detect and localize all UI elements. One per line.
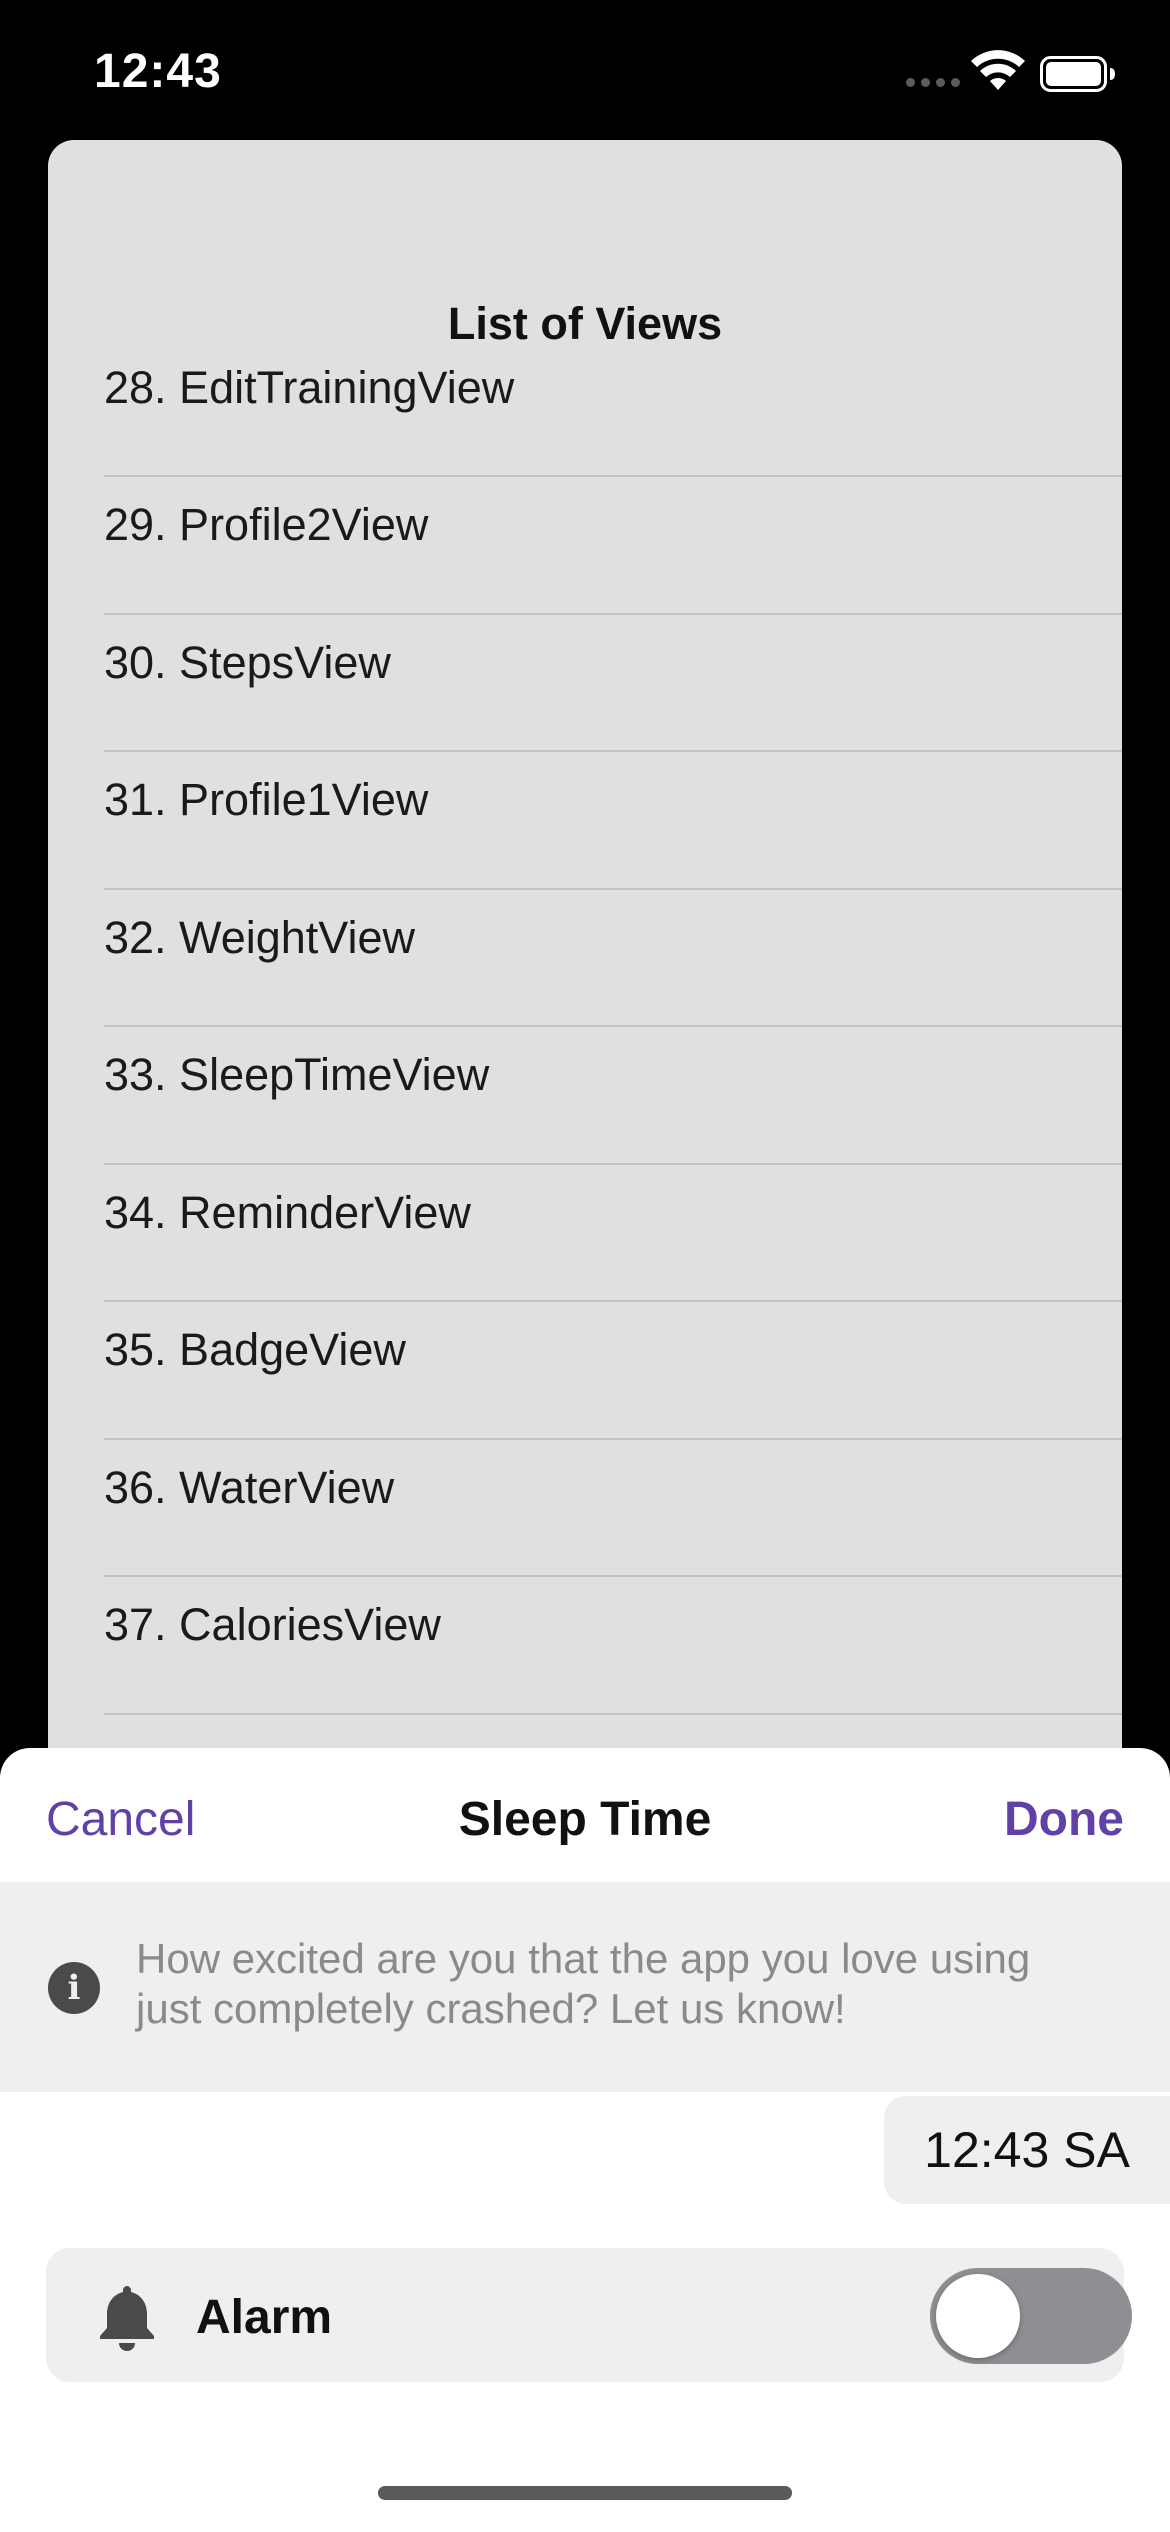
alarm-label: Alarm <box>196 2291 333 2344</box>
list-item[interactable]: 30. StepsView <box>104 615 1122 752</box>
cancel-button[interactable]: Cancel <box>46 1792 195 1847</box>
sleep-time-sheet: Cancel Sleep Time Done i How excited are… <box>0 1748 1170 2532</box>
bell-icon <box>100 2286 154 2351</box>
alarm-row: Alarm <box>46 2248 1132 2382</box>
status-time: 12:43 <box>94 45 222 98</box>
wifi-icon <box>971 50 1025 90</box>
toggle-knob <box>936 2274 1020 2358</box>
alarm-toggle[interactable] <box>930 2268 1132 2364</box>
views-list[interactable]: 28. EditTrainingView 29. Profile2View 30… <box>104 360 1122 1715</box>
list-item[interactable]: 28. EditTrainingView <box>104 360 1122 477</box>
views-sheet: List of Views 28. EditTrainingView 29. P… <box>48 140 1122 1900</box>
signal-dots-icon <box>906 78 960 87</box>
info-text: How excited are you that the app you lov… <box>136 1935 1031 2032</box>
list-item[interactable]: 37. CaloriesView <box>104 1577 1122 1715</box>
battery-icon <box>1040 56 1115 92</box>
list-item[interactable]: 29. Profile2View <box>104 477 1122 615</box>
list-item[interactable]: 31. Profile1View <box>104 752 1122 890</box>
info-circle-icon: i <box>48 1962 100 2014</box>
sheet-header: Cancel Sleep Time Done <box>0 1748 1170 1882</box>
list-item[interactable]: 32. WeightView <box>104 890 1122 1027</box>
info-banner: i How excited are you that the app you l… <box>0 1882 1170 2092</box>
list-item[interactable]: 34. ReminderView <box>104 1165 1122 1302</box>
page-title: List of Views <box>447 298 723 349</box>
home-indicator[interactable] <box>378 2486 792 2500</box>
time-picker[interactable]: 12:43 SA <box>884 2096 1170 2204</box>
list-item[interactable]: 35. BadgeView <box>104 1302 1122 1440</box>
list-item[interactable]: 33. SleepTimeView <box>104 1027 1122 1165</box>
list-item[interactable]: 36. WaterView <box>104 1440 1122 1577</box>
status-bar: 12:43 <box>0 0 1170 140</box>
done-button[interactable]: Done <box>1004 1792 1124 1847</box>
